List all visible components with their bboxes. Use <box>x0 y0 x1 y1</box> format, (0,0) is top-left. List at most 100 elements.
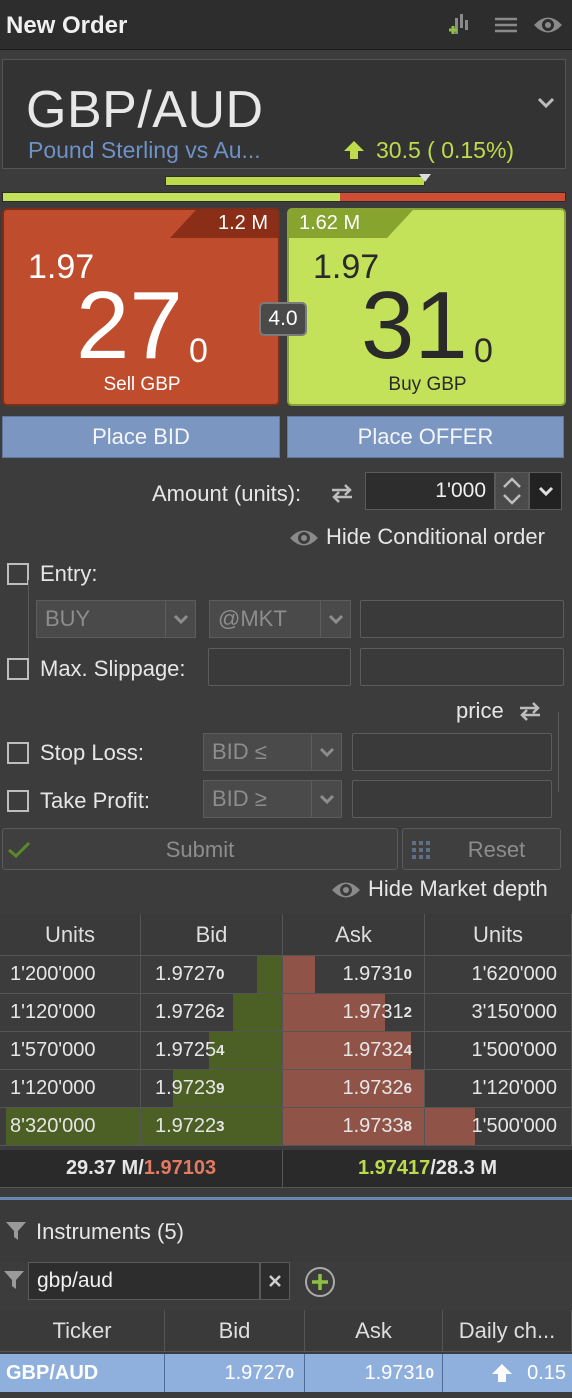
depth-ask-value: 1.9731 <box>342 1001 404 1023</box>
up-arrow-icon <box>492 1364 513 1382</box>
amount-label: Amount (units): <box>152 481 302 506</box>
sentiment-buy-fill <box>3 193 341 201</box>
menu-icon[interactable] <box>490 10 522 40</box>
depth-bid-price[interactable]: 1.9727 0 <box>141 956 283 994</box>
depth-ask-price[interactable]: 1.9731 0 <box>283 956 425 994</box>
inst-row-change[interactable]: 0.15 <box>443 1354 572 1392</box>
depth-ask-units[interactable]: 1'620'000 <box>425 956 572 994</box>
inst-col-ask[interactable]: Ask <box>305 1310 443 1352</box>
reset-label: Reset <box>467 837 526 862</box>
slippage-checkbox[interactable] <box>7 658 29 680</box>
filter-icon[interactable] <box>5 1221 27 1246</box>
swap-icon[interactable] <box>328 482 356 509</box>
depth-ask-units-value: 3'150'000 <box>471 1001 558 1023</box>
depth-bid-units[interactable]: 1'120'000 <box>0 1070 141 1108</box>
amount-input[interactable]: 1'000 <box>365 472 495 510</box>
amount-stepper[interactable] <box>495 472 529 510</box>
take-profit-checkbox[interactable] <box>7 790 29 812</box>
hide-conditional-link[interactable]: Hide Conditional order <box>326 524 545 550</box>
chevron-down-icon[interactable] <box>536 96 556 115</box>
depth-col-bid[interactable]: Bid <box>141 914 283 956</box>
sell-volume: 1.2 M <box>217 212 268 234</box>
slippage-input[interactable] <box>208 648 351 686</box>
buy-button[interactable]: 1.62 M 1.97 31 0 Buy GBP <box>287 208 566 406</box>
price-bracket <box>558 712 559 792</box>
depth-bid-units[interactable]: 1'570'000 <box>0 1032 141 1070</box>
depth-ask-price[interactable]: 1.9732 4 <box>283 1032 425 1070</box>
inst-col-daily-change[interactable]: Daily ch... <box>443 1310 572 1352</box>
depth-bid-price[interactable]: 1.9725 4 <box>141 1032 283 1070</box>
stop-loss-input[interactable] <box>352 733 552 771</box>
stop-loss-checkbox[interactable] <box>7 742 29 764</box>
depth-volume-bar <box>232 994 282 1031</box>
eye-icon[interactable] <box>288 527 320 554</box>
depth-ask-price[interactable]: 1.9732 6 <box>283 1070 425 1108</box>
depth-bid-units-value: 1'200'000 <box>10 963 96 985</box>
sell-button[interactable]: 1.2 M 1.97 27 0 Sell GBP <box>2 208 280 406</box>
depth-ask-units[interactable]: 1'500'000 <box>425 1032 572 1070</box>
depth-bid-units-value: 1'120'000 <box>10 1001 96 1023</box>
depth-bid-units[interactable]: 1'120'000 <box>0 994 141 1032</box>
depth-bid-price[interactable]: 1.9726 2 <box>141 994 283 1032</box>
chart-add-icon[interactable] <box>444 10 476 40</box>
inst-col-ticker[interactable]: Ticker <box>0 1310 165 1352</box>
depth-ask-price[interactable]: 1.9733 8 <box>283 1108 425 1146</box>
eye-icon[interactable] <box>330 879 362 906</box>
sell-price-big: 27 <box>76 272 183 379</box>
stop-loss-cond: BID ≤ <box>212 739 267 764</box>
stop-loss-select[interactable]: BID ≤ <box>203 733 342 771</box>
depth-ask-units[interactable]: 1'120'000 <box>425 1070 572 1108</box>
place-bid-button[interactable]: Place BID <box>2 416 280 458</box>
swap-icon[interactable] <box>516 700 544 727</box>
chevron-down-icon <box>165 601 195 637</box>
depth-bid-price[interactable]: 1.9722 3 <box>141 1108 283 1146</box>
buy-volume: 1.62 M <box>299 212 361 234</box>
add-instrument-button[interactable] <box>304 1266 336 1303</box>
daily-change: 30.5 ( 0.15%) <box>376 137 515 163</box>
depth-bid-units[interactable]: 1'200'000 <box>0 956 141 994</box>
depth-volume-bar <box>283 956 316 993</box>
place-offer-button[interactable]: Place OFFER <box>287 416 564 458</box>
depth-bid-price[interactable]: 1.9723 9 <box>141 1070 283 1108</box>
sentiment-bar <box>2 192 566 202</box>
eye-icon[interactable] <box>532 10 564 40</box>
instrument-pair: GBP/AUD <box>26 81 264 139</box>
entry-checkbox[interactable] <box>7 563 29 585</box>
depth-ask-units-value: 1'120'000 <box>471 1077 558 1099</box>
depth-ask-units[interactable]: 3'150'000 <box>425 994 572 1032</box>
depth-bid-sub: 9 <box>216 1080 225 1097</box>
bid-totals: 29.37 M/1.97103 <box>0 1157 282 1180</box>
take-profit-input[interactable] <box>352 780 552 818</box>
depth-volume-bar <box>256 956 282 993</box>
clear-filter-button[interactable] <box>260 1262 290 1300</box>
entry-label: Entry: <box>40 561 98 586</box>
depth-col-ask-units[interactable]: Units <box>425 914 572 956</box>
inst-row-bid[interactable]: 1.9727 0 <box>165 1354 305 1392</box>
entry-side-select[interactable]: BUY <box>36 600 196 638</box>
depth-ask-units[interactable]: 1'500'000 <box>425 1108 572 1146</box>
depth-col-ask[interactable]: Ask <box>283 914 425 956</box>
depth-bid-units-value: 1'120'000 <box>10 1077 96 1099</box>
entry-price-input[interactable] <box>360 600 564 638</box>
inst-row-ticker[interactable]: GBP/AUD <box>0 1354 165 1392</box>
total-ask-volume: /28.3 M <box>430 1157 497 1179</box>
depth-ask-price[interactable]: 1.9731 2 <box>283 994 425 1032</box>
slippage-price-input[interactable] <box>360 648 564 686</box>
depth-bid-value: 1.9723 <box>155 1077 217 1099</box>
amount-dropdown[interactable] <box>529 472 562 510</box>
instrument-filter-input[interactable]: gbp/aud <box>28 1262 260 1300</box>
depth-bid-units[interactable]: 8'320'000 <box>0 1108 141 1146</box>
entry-type-select[interactable]: @MKT <box>209 600 351 638</box>
filter-icon[interactable] <box>3 1270 25 1295</box>
hide-market-depth-link[interactable]: Hide Market depth <box>368 876 548 902</box>
submit-button[interactable]: Submit <box>2 828 398 870</box>
inst-row-ask[interactable]: 1.9731 0 <box>305 1354 443 1392</box>
depth-ask-units-value: 1'500'000 <box>471 1115 558 1137</box>
depth-bid-sub: 2 <box>216 1004 225 1021</box>
depth-ask-value: 1.9732 <box>342 1039 404 1061</box>
depth-ask-units-value: 1'500'000 <box>471 1039 558 1061</box>
reset-button[interactable]: Reset <box>402 828 561 870</box>
depth-col-bid-units[interactable]: Units <box>0 914 141 956</box>
inst-col-bid[interactable]: Bid <box>165 1310 305 1352</box>
take-profit-select[interactable]: BID ≥ <box>203 780 342 818</box>
